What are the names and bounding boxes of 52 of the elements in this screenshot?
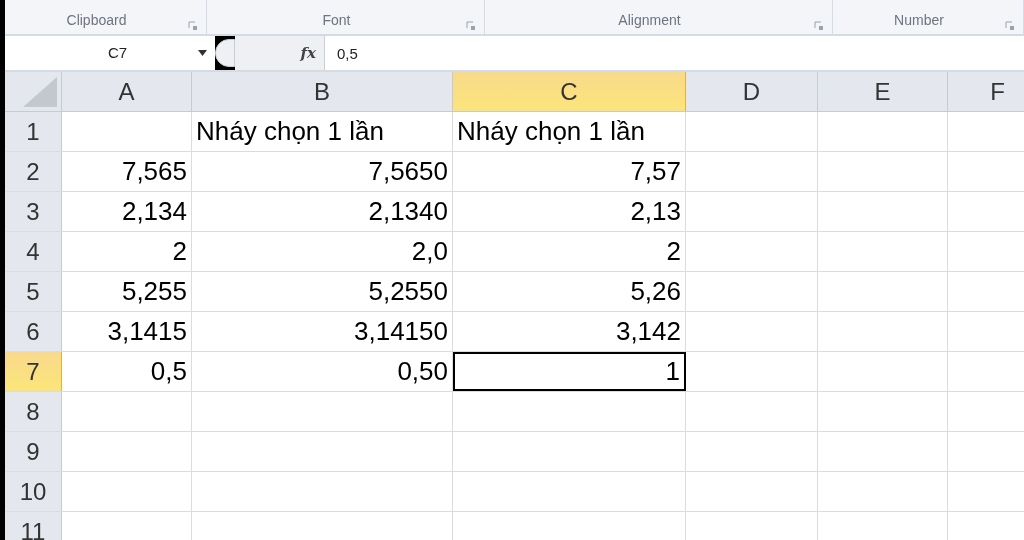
insert-function-button[interactable]: fx xyxy=(300,41,316,65)
table-cell[interactable]: 1 xyxy=(453,352,686,391)
table-cell[interactable]: 3,1415 xyxy=(62,312,192,351)
ribbon-group-label: Font xyxy=(321,11,352,30)
table-cell[interactable]: 2,13 xyxy=(453,192,686,231)
table-cell[interactable]: 7,5650 xyxy=(192,152,453,191)
dialog-launcher-icon[interactable] xyxy=(188,21,198,31)
table-cell[interactable]: 0,5 xyxy=(62,352,192,391)
column-header[interactable]: B xyxy=(192,72,453,111)
table-cell[interactable]: Nháy chọn 1 lần xyxy=(453,112,686,151)
row-header[interactable]: 1 xyxy=(5,112,62,151)
select-all-corner[interactable] xyxy=(5,72,62,111)
row-header[interactable]: 5 xyxy=(5,272,62,311)
column-header[interactable]: A xyxy=(62,72,192,111)
dialog-launcher-icon[interactable] xyxy=(814,21,824,31)
column-header[interactable]: E xyxy=(818,72,948,111)
column-header[interactable]: D xyxy=(686,72,818,111)
triangle-icon xyxy=(23,77,57,107)
caret-icon xyxy=(198,50,207,56)
row-header[interactable]: 10 xyxy=(5,472,62,511)
column-header[interactable]: C xyxy=(453,72,686,111)
ribbon-group-label: Number xyxy=(893,11,945,30)
dialog-launcher-icon[interactable] xyxy=(1005,21,1015,31)
table-cell[interactable]: 3,142 xyxy=(453,312,686,351)
formula-bar-handle[interactable] xyxy=(215,39,235,67)
formula-field[interactable]: 0,5 xyxy=(325,36,1024,70)
table-cell[interactable]: 2 xyxy=(453,232,686,271)
table-cell[interactable]: 7,565 xyxy=(62,152,192,191)
ribbon-group-label: Alignment xyxy=(617,11,682,30)
row-header[interactable]: 8 xyxy=(5,392,62,431)
name-box[interactable]: C7 xyxy=(5,36,215,70)
table-cell[interactable]: Nháy chọn 1 lần xyxy=(192,112,453,151)
dialog-launcher-icon[interactable] xyxy=(466,21,476,31)
table-cell[interactable]: 0,50 xyxy=(192,352,453,391)
table-cell[interactable]: 2,1340 xyxy=(192,192,453,231)
row-header[interactable]: 11 xyxy=(5,512,62,540)
row-header[interactable]: 7 xyxy=(5,352,62,391)
row-header[interactable]: 6 xyxy=(5,312,62,351)
table-cell[interactable]: 7,57 xyxy=(453,152,686,191)
table-cell[interactable]: 5,2550 xyxy=(192,272,453,311)
row-header[interactable]: 9 xyxy=(5,432,62,471)
table-cell[interactable]: 5,26 xyxy=(453,272,686,311)
row-header[interactable]: 2 xyxy=(5,152,62,191)
column-header[interactable]: F xyxy=(948,72,1024,111)
row-header[interactable]: 3 xyxy=(5,192,62,231)
ribbon-group-label: Clipboard xyxy=(65,11,128,30)
table-cell[interactable]: 2,0 xyxy=(192,232,453,271)
table-cell[interactable]: 2 xyxy=(62,232,192,271)
table-cell[interactable]: 2,134 xyxy=(62,192,192,231)
table-cell[interactable]: 3,14150 xyxy=(192,312,453,351)
table-cell[interactable]: 5,255 xyxy=(62,272,192,311)
row-header[interactable]: 4 xyxy=(5,232,62,271)
